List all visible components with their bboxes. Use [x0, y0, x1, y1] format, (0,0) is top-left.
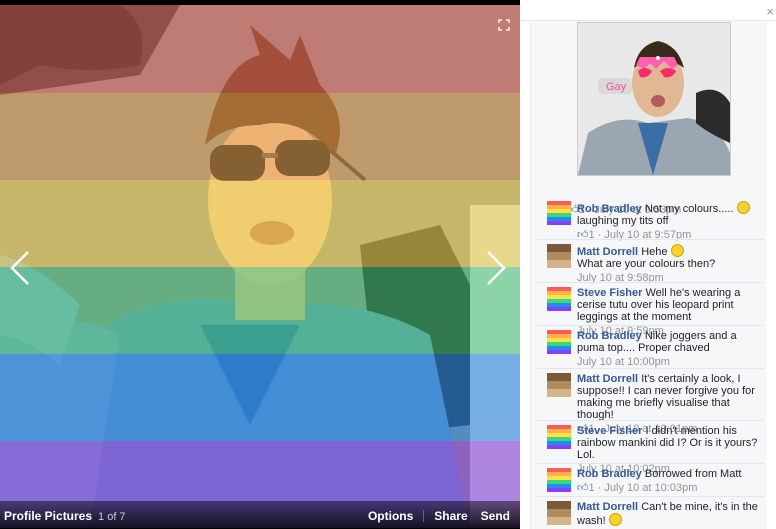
comment-divider [537, 368, 763, 369]
comment-text-continued: What are your colours then? [577, 258, 716, 270]
rainbow-band-red [0, 5, 520, 93]
avatar[interactable] [547, 244, 571, 268]
comment-author-link[interactable]: Matt Dorrell [577, 246, 638, 258]
comment-body: Matt Dorrell Can't be mine, it's in the … [577, 501, 767, 529]
avatar[interactable] [547, 287, 571, 311]
comment-body: Rob Bradley Not my colours..... laughing… [577, 201, 767, 241]
thumbnail-badge-text: Gay [606, 81, 627, 93]
rainbow-band-yellow [0, 180, 520, 267]
comment-author-link[interactable]: Steve Fisher [577, 425, 642, 437]
comment-divider [537, 420, 763, 421]
avatar[interactable] [547, 425, 571, 449]
avatar[interactable] [547, 501, 571, 525]
comment-author-link[interactable]: Rob Bradley [577, 468, 642, 480]
avatar[interactable] [547, 201, 571, 225]
comment-author-link[interactable]: Matt Dorrell [577, 373, 638, 385]
separator [423, 510, 425, 522]
like-count[interactable]: 1 [589, 482, 595, 494]
rainbow-band-orange [0, 93, 520, 180]
avatar[interactable] [547, 373, 571, 397]
comment-divider [537, 463, 763, 464]
comment-divider [537, 325, 763, 326]
comment-divider [537, 239, 763, 240]
photo-position: 1 of 7 [98, 511, 126, 523]
smile-emoji-icon [608, 513, 622, 526]
comments-sidebar: × Gay 👍︎1 · July 10 at 9:53pm Rob Bradle… [520, 0, 776, 529]
comment-body: Rob Bradley Nike joggers and a puma top.… [577, 330, 767, 368]
previous-photo-arrow-icon[interactable] [8, 250, 32, 286]
album-name-link[interactable]: Profile Pictures [4, 509, 92, 523]
fullscreen-icon[interactable] [498, 19, 510, 31]
rainbow-band-green [0, 267, 520, 354]
comment-photo-thumbnail[interactable]: Gay [577, 22, 731, 176]
album-info: Profile Pictures 1 of 7 [4, 509, 126, 523]
comment-text: Borrowed from Matt [644, 468, 742, 480]
comment-body: Matt Dorrell Hehe What are your colours … [577, 244, 767, 284]
thumbnail-illustration: Gay [578, 23, 730, 175]
comment-divider [537, 282, 763, 283]
comment-author-link[interactable]: Steve Fisher [577, 287, 642, 299]
rainbow-band-blue [0, 354, 520, 441]
comment-author-link[interactable]: Rob Bradley [577, 203, 642, 215]
next-photo-arrow-icon[interactable] [484, 250, 508, 286]
comment-meta: 👍︎1 · July 10 at 10:03pm [577, 482, 698, 494]
comments-panel: Gay 👍︎1 · July 10 at 9:53pm Rob Bradley … [530, 21, 767, 529]
avatar[interactable] [547, 330, 571, 354]
comment-timestamp[interactable]: July 10 at 10:00pm [577, 356, 670, 368]
comment-timestamp[interactable]: July 10 at 10:03pm [604, 482, 697, 494]
comment-author-link[interactable]: Rob Bradley [577, 330, 642, 342]
close-icon[interactable]: × [766, 4, 774, 19]
like-thumb-icon[interactable]: 👍︎ [577, 482, 589, 494]
comment-text: Not my colours..... [644, 203, 737, 215]
smile-emoji-icon [670, 244, 684, 257]
send-button[interactable]: Send [481, 509, 510, 523]
options-button[interactable]: Options [368, 509, 413, 523]
comment-meta: July 10 at 10:00pm [577, 356, 767, 368]
comment-text-continued: laughing my tits off [577, 215, 669, 227]
photo-bottom-bar: Profile Pictures 1 of 7 Options Share Sen… [0, 501, 520, 529]
share-button[interactable]: Share [434, 509, 467, 523]
comment-author-link[interactable]: Matt Dorrell [577, 501, 638, 513]
photo-actions: Options Share Send [368, 509, 510, 523]
comment-text: Hehe [641, 246, 671, 258]
profile-photo[interactable] [0, 5, 520, 528]
smile-emoji-icon [736, 201, 750, 214]
comment-divider [537, 496, 763, 497]
avatar[interactable] [547, 468, 571, 492]
comment-body: Rob Bradley Borrowed from Matt 👍︎1 · July… [577, 468, 767, 494]
photo-viewer: Profile Pictures 1 of 7 Options Share Sen… [0, 0, 520, 529]
